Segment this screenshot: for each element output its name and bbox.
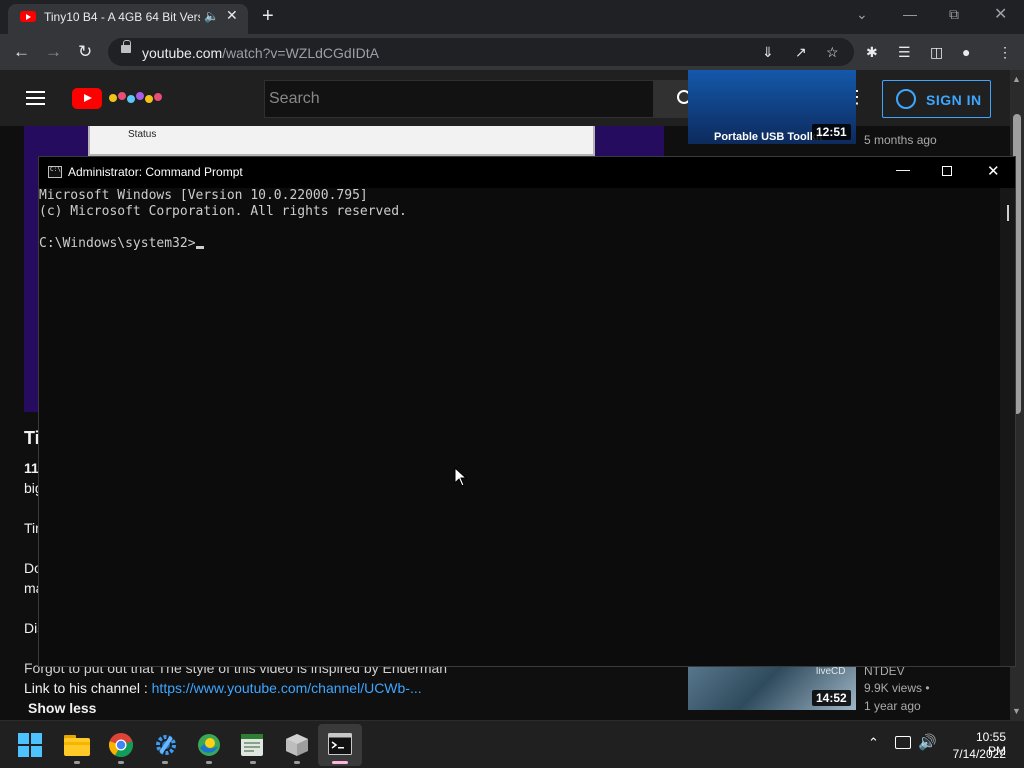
console-line: Microsoft Windows [Version 10.0.22000.79… [39,188,368,203]
running-indicator [250,761,256,764]
side-panel-icon[interactable]: ◫ [930,44,943,61]
description-link-line: Link to his channel : https://www.youtub… [24,680,422,696]
video-views: 9.9K views • [864,681,930,695]
cmd-scrollbar[interactable] [1000,188,1015,666]
cmd-maximize-icon[interactable] [942,166,952,176]
chrome-icon[interactable] [108,732,134,758]
cmd-window-title: Administrator: Command Prompt [68,165,243,179]
video-duration: 14:52 [812,690,851,706]
speaker-icon[interactable]: 🔈 [204,9,219,23]
running-indicator [118,761,124,764]
video-age: 1 year ago [864,699,921,713]
active-indicator [332,761,348,764]
url-text[interactable]: youtube.com/watch?v=WZLdCGdIDtA [142,45,379,61]
back-icon[interactable]: ← [13,42,30,62]
scroll-down-icon[interactable]: ▼ [1012,706,1021,716]
notepad-icon[interactable] [240,732,264,758]
search-placeholder: Search [269,90,320,107]
menu-icon[interactable] [26,91,45,105]
browser-icon[interactable] [196,732,222,758]
tab-search-icon[interactable]: ⌄ [856,6,868,23]
scroll-up-icon[interactable]: ▲ [1012,74,1021,84]
command-prompt-window[interactable]: Administrator: Command Prompt — ✕ Micros… [38,156,1016,667]
reload-icon[interactable]: ↻ [78,42,92,62]
minimize-icon[interactable]: — [903,6,917,22]
sign-in-label: SIGN IN [926,92,982,108]
volume-icon[interactable]: 🔊 [918,733,937,751]
chrome-menu-icon[interactable]: ⋮ [998,44,1012,61]
running-indicator [206,761,212,764]
youtube-logo-icon[interactable] [72,88,102,109]
show-hidden-icons-icon[interactable]: ⌃ [868,735,879,751]
lock-icon[interactable] [121,40,131,53]
thumbnail-caption: liveCD [816,666,846,677]
restore-icon[interactable]: ⧉ [949,6,959,23]
running-indicator [74,761,80,764]
clock-date[interactable]: 7/14/2022 [950,747,1006,761]
media-control-icon[interactable]: ☰ [898,44,911,61]
settings-tool-icon[interactable] [153,732,179,758]
mouse-pointer-icon [454,467,468,487]
youtube-doodle-icon[interactable] [108,88,164,108]
cmd-console-output[interactable]: Microsoft Windows [Version 10.0.22000.79… [39,188,999,666]
close-window-icon[interactable]: ✕ [994,4,1007,24]
share-icon[interactable]: ↗ [795,44,807,61]
console-prompt-line[interactable]: C:\Windows\system32> [39,236,999,252]
search-input[interactable] [264,80,654,118]
start-icon[interactable] [18,733,42,757]
cmd-minimize-icon[interactable]: — [896,161,910,177]
tab-title: Tiny10 B4 - A 4GB 64 Bit Version [44,10,200,24]
windows-taskbar: ⌃ 🔊 10:55 PM 7/14/2022 [0,720,1024,768]
profile-icon[interactable]: ● [962,44,970,60]
video-age: 5 months ago [864,133,937,147]
description-line: 11 [24,460,39,476]
bookmark-star-icon[interactable]: ☆ [826,44,839,61]
channel-link[interactable]: https://www.youtube.com/channel/UCWb-... [152,680,422,696]
video-card-status: Status [128,129,157,140]
network-icon[interactable] [895,736,911,749]
running-indicator [162,761,168,764]
show-less-button[interactable]: Show less [28,700,96,716]
cmd-app-icon[interactable] [48,166,62,178]
install-app-icon[interactable]: ⇓ [762,44,774,61]
forward-icon[interactable]: → [45,42,62,62]
package-icon[interactable] [284,732,310,758]
terminal-icon[interactable] [328,733,352,755]
account-icon [896,89,916,109]
video-duration: 12:51 [812,124,851,140]
youtube-favicon-icon [20,11,36,22]
cmd-scrollbar-thumb[interactable] [1007,205,1009,221]
cmd-close-icon[interactable]: ✕ [987,162,1000,180]
running-indicator [294,761,300,764]
file-explorer-icon[interactable] [63,732,91,758]
text-cursor [195,246,204,249]
new-tab-icon[interactable]: + [262,5,274,28]
extensions-icon[interactable]: ✱ [866,44,878,61]
console-prompt: C:\Windows\system32> [39,236,196,251]
thumbnail-caption: Portable USB Toolkit [714,131,823,143]
tab-close-icon[interactable]: ✕ [226,7,238,24]
video-frame-card [88,126,595,156]
console-line: (c) Microsoft Corporation. All rights re… [39,204,407,219]
